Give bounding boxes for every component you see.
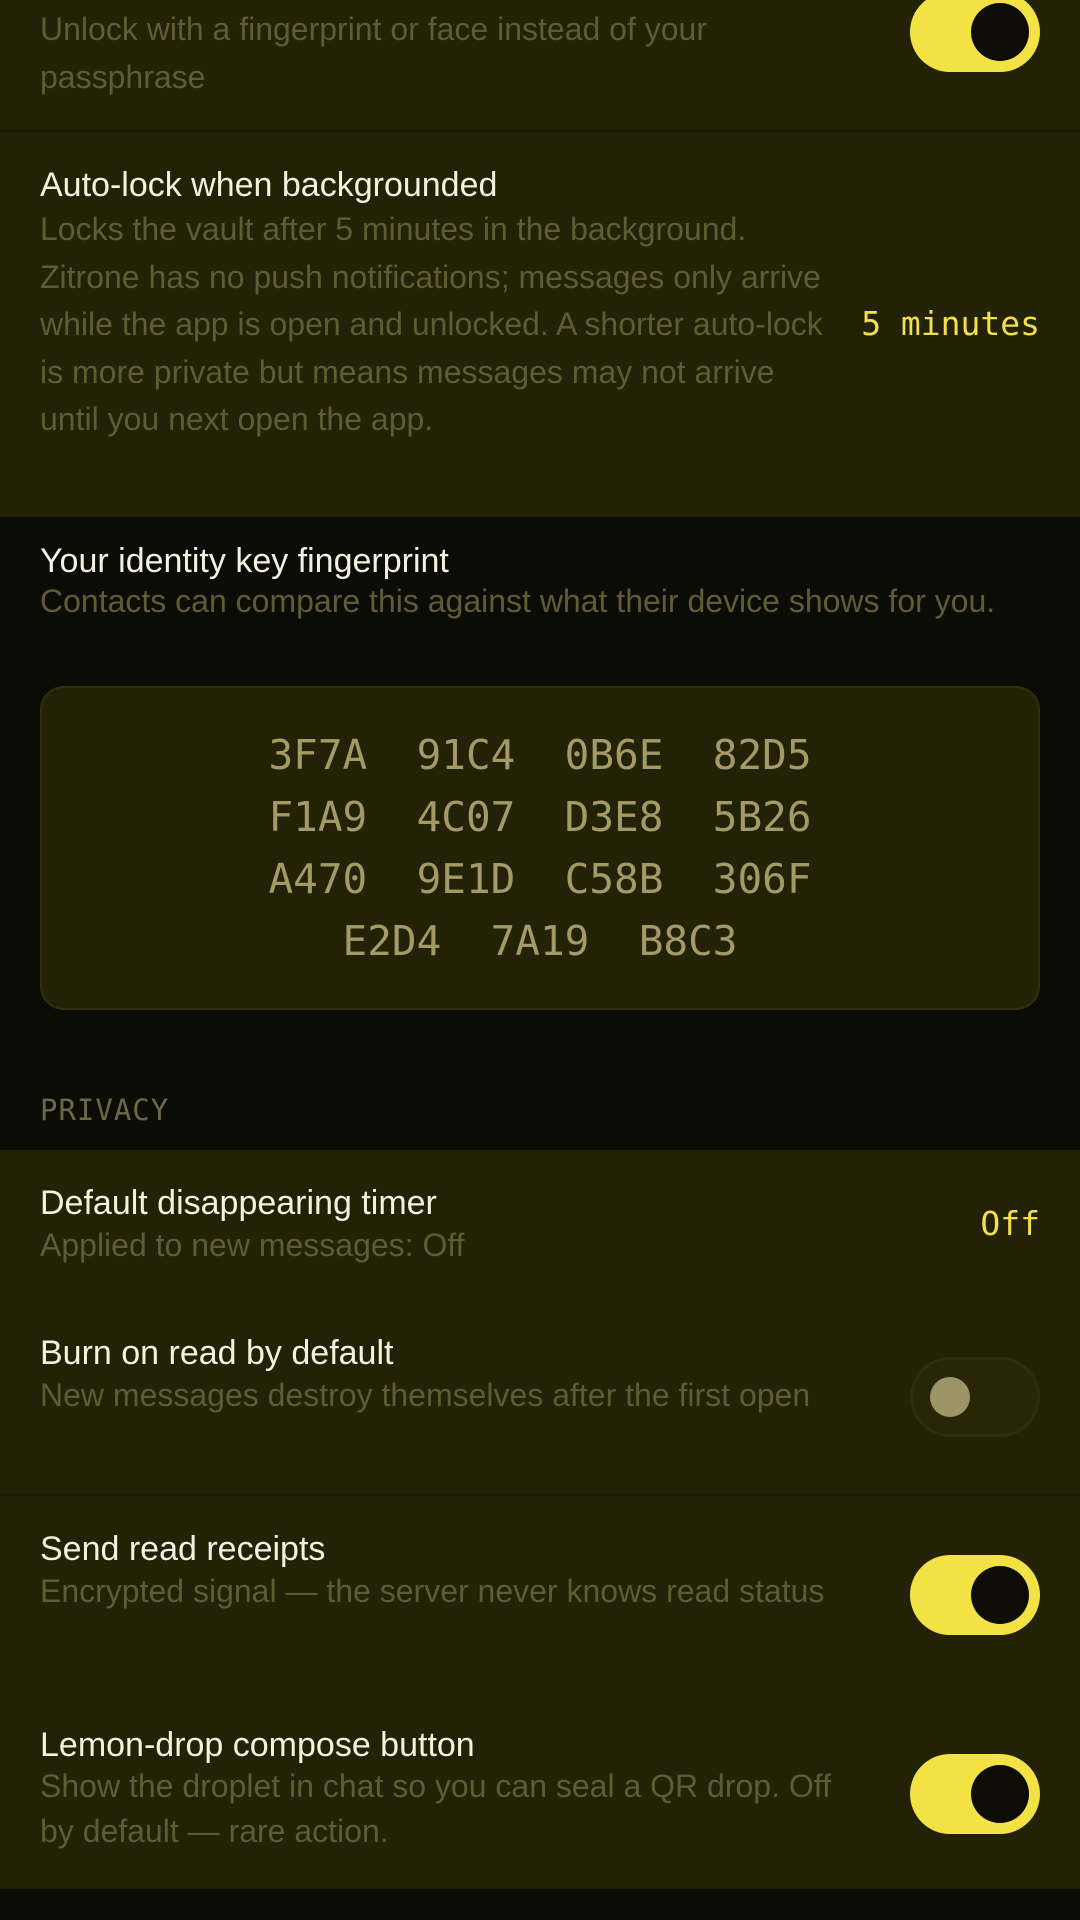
- toggle-knob: [971, 3, 1029, 61]
- lemon-drop-description: Show the droplet in chat so you can seal…: [40, 1768, 831, 1849]
- fingerprint-line: A470 9E1D C58B 306F: [268, 855, 812, 903]
- fingerprint-box: 3F7A 91C4 0B6E 82D5 F1A9 4C07 D3E8 5B26 …: [40, 686, 1040, 1010]
- disappearing-timer-title: Default disappearing timer: [40, 1184, 437, 1222]
- identity-fingerprint-description: Contacts can compare this against what t…: [40, 583, 996, 619]
- toggle-knob: [971, 1765, 1029, 1823]
- lemon-drop-title: Lemon-drop compose button: [40, 1726, 475, 1764]
- biometric-unlock-row[interactable]: Unlock with a fingerprint or face instea…: [0, 0, 1080, 130]
- read-receipts-row[interactable]: Send read receipts Encrypted signal — th…: [0, 1496, 1080, 1692]
- lemon-drop-toggle[interactable]: [910, 1754, 1040, 1834]
- burn-on-read-description: New messages destroy themselves after th…: [40, 1377, 811, 1413]
- auto-lock-description: Locks the vault after 5 minutes in the b…: [40, 211, 823, 437]
- burn-on-read-title: Burn on read by default: [40, 1334, 394, 1372]
- fingerprint-line: E2D4 7A19 B8C3: [342, 917, 738, 965]
- read-receipts-toggle[interactable]: [910, 1555, 1040, 1635]
- auto-lock-value[interactable]: 5 minutes: [861, 304, 1040, 344]
- toggle-knob: [971, 1566, 1029, 1624]
- fingerprint-line: F1A9 4C07 D3E8 5B26: [268, 793, 812, 841]
- privacy-card: Default disappearing timer Applied to ne…: [0, 1150, 1080, 1889]
- security-card: Unlock with a fingerprint or face instea…: [0, 0, 1080, 517]
- read-receipts-description: Encrypted signal — the server never know…: [40, 1573, 825, 1609]
- biometric-unlock-toggle[interactable]: [910, 0, 1040, 72]
- privacy-section-label: PRIVACY: [40, 1093, 170, 1127]
- fingerprint-line: 3F7A 91C4 0B6E 82D5: [268, 731, 812, 779]
- biometric-unlock-description: Unlock with a fingerprint or face instea…: [40, 11, 707, 95]
- lemon-drop-row[interactable]: Lemon-drop compose button Show the dropl…: [0, 1692, 1080, 1889]
- disappearing-timer-row[interactable]: Default disappearing timer Applied to ne…: [0, 1150, 1080, 1296]
- auto-lock-row[interactable]: Auto-lock when backgrounded Locks the va…: [0, 132, 1080, 517]
- identity-fingerprint-title: Your identity key fingerprint: [40, 542, 449, 580]
- auto-lock-title: Auto-lock when backgrounded: [40, 166, 498, 204]
- disappearing-timer-description: Applied to new messages: Off: [40, 1227, 465, 1263]
- toggle-knob: [930, 1377, 970, 1417]
- disappearing-timer-value[interactable]: Off: [980, 1204, 1040, 1244]
- burn-on-read-row[interactable]: Burn on read by default New messages des…: [0, 1296, 1080, 1494]
- burn-on-read-toggle[interactable]: [910, 1357, 1040, 1437]
- read-receipts-title: Send read receipts: [40, 1530, 326, 1568]
